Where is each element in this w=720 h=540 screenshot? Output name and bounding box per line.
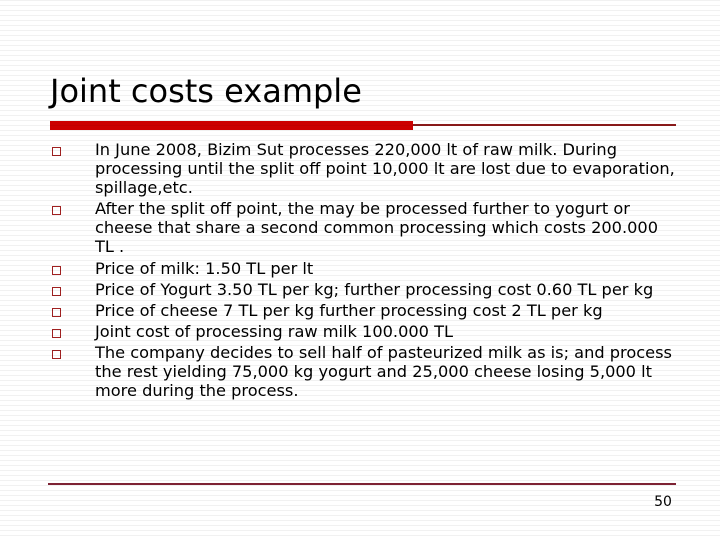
list-item: Price of milk: 1.50 TL per lt bbox=[48, 259, 680, 278]
list-item-text: Price of milk: 1.50 TL per lt bbox=[95, 258, 314, 278]
list-item: Joint cost of processing raw milk 100.00… bbox=[48, 322, 680, 341]
list-item-text: In June 2008, Bizim Sut processes 220,00… bbox=[95, 140, 675, 198]
bullet-list: In June 2008, Bizim Sut processes 220,00… bbox=[48, 140, 680, 402]
page-number: 50 bbox=[654, 494, 672, 510]
square-bullet-icon bbox=[52, 307, 61, 317]
list-item: Price of cheese 7 TL per kg further proc… bbox=[48, 301, 680, 320]
page-title: Joint costs example bbox=[50, 72, 362, 110]
title-accent-line bbox=[413, 124, 676, 126]
list-item-text: Joint cost of processing raw milk 100.00… bbox=[95, 321, 454, 341]
title-accent-bar bbox=[50, 121, 413, 130]
square-bullet-icon bbox=[52, 147, 61, 156]
square-bullet-icon bbox=[52, 206, 61, 216]
list-item: The company decides to sell half of past… bbox=[48, 343, 680, 400]
square-bullet-icon bbox=[52, 265, 61, 275]
footer-divider bbox=[48, 483, 676, 485]
list-item: After the split off point, the may be pr… bbox=[48, 199, 680, 256]
square-bullet-icon bbox=[52, 286, 61, 296]
list-item-text: Price of Yogurt 3.50 TL per kg; further … bbox=[95, 279, 654, 299]
list-item: Price of Yogurt 3.50 TL per kg; further … bbox=[48, 280, 680, 299]
square-bullet-icon bbox=[52, 328, 61, 338]
list-item-text: After the split off point, the may be pr… bbox=[95, 199, 659, 257]
slide-canvas: Joint costs example In June 2008, Bizim … bbox=[0, 0, 720, 540]
square-bullet-icon bbox=[52, 349, 61, 359]
list-item-text: The company decides to sell half of past… bbox=[95, 342, 672, 401]
list-item: In June 2008, Bizim Sut processes 220,00… bbox=[48, 140, 680, 197]
list-item-text: Price of cheese 7 TL per kg further proc… bbox=[95, 300, 603, 320]
